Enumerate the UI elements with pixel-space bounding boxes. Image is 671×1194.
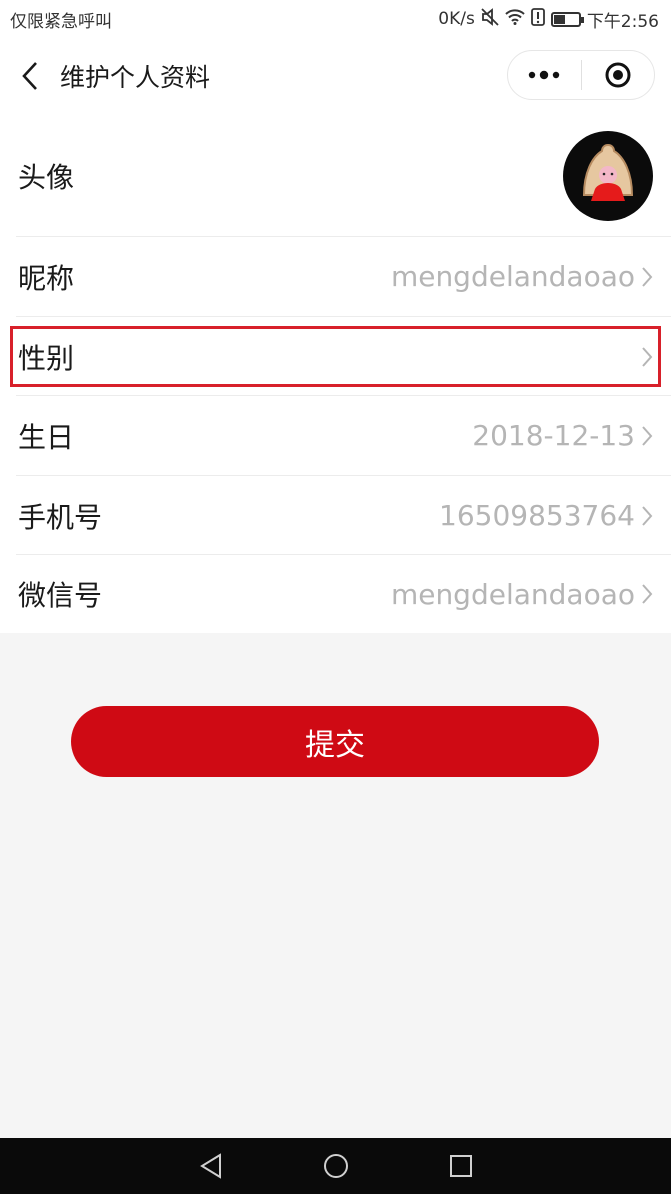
wechat-label: 微信号: [18, 579, 103, 612]
phone-label: 手机号: [18, 500, 103, 534]
chevron-right-icon: [642, 346, 653, 367]
more-button[interactable]: [508, 51, 581, 99]
back-triangle-icon[interactable]: [199, 1153, 223, 1179]
profile-list: 头像 昵称 mengdelandaoao 性别 生日 2018-12-13 手机…: [0, 114, 671, 633]
home-circle-icon[interactable]: [323, 1153, 349, 1179]
battery-icon: [550, 11, 584, 27]
nickname-row[interactable]: 昵称 mengdelandaoao: [0, 237, 671, 316]
chevron-right-icon: [642, 425, 653, 446]
net-speed: 0K/s: [438, 9, 475, 29]
wechat-value: mengdelandaoao: [390, 577, 635, 611]
status-icons: 0K/s 下午2:56: [438, 7, 659, 32]
nickname-right: mengdelandaoao: [391, 260, 653, 293]
avatar[interactable]: [563, 130, 653, 221]
wifi-icon: [505, 8, 525, 30]
wechat-right: mengdelandaoao: [391, 578, 653, 611]
phone-row[interactable]: 手机号 16509853764: [0, 476, 671, 555]
back-button[interactable]: [0, 38, 60, 114]
close-button[interactable]: [582, 51, 655, 99]
birthday-right: 2018-12-13: [472, 419, 653, 452]
submit-button[interactable]: 提交: [71, 706, 599, 777]
phone-right: 16509853764: [439, 499, 653, 532]
birthday-label: 生日: [18, 420, 75, 454]
more-dots-icon: [529, 70, 560, 80]
avatar-row[interactable]: 头像: [0, 114, 671, 237]
chevron-right-icon: [642, 505, 653, 526]
wechat-row[interactable]: 微信号 mengdelandaoao: [0, 555, 671, 633]
page-title: 维护个人资料: [60, 63, 211, 92]
avatar-label: 头像: [18, 160, 75, 194]
recents-square-icon[interactable]: [449, 1154, 473, 1178]
chevron-right-icon: [642, 584, 653, 604]
status-bar: 仅限紧急呼叫 0K/s 下午2:56: [0, 0, 671, 38]
carrier-text: 仅限紧急呼叫: [10, 11, 112, 32]
chevron-left-icon: [22, 62, 37, 90]
avatar-image: [582, 143, 634, 201]
gender-row[interactable]: 性别: [0, 317, 671, 396]
nickname-label: 昵称: [18, 261, 75, 295]
clock: 下午2:56: [586, 11, 659, 32]
gender-right: [635, 346, 653, 368]
birthday-row[interactable]: 生日 2018-12-13: [0, 396, 671, 475]
alert-sim-icon: [530, 7, 545, 31]
system-nav-bar: [0, 1138, 671, 1194]
nav-bar: 维护个人资料: [0, 38, 671, 114]
nickname-value: mengdelandaoao: [390, 260, 635, 293]
mini-program-capsule: [507, 50, 655, 100]
birthday-value: 2018-12-13: [472, 419, 635, 452]
gender-label: 性别: [18, 341, 75, 375]
mute-icon: [481, 7, 499, 31]
chevron-right-icon: [642, 266, 653, 287]
target-icon: [605, 62, 631, 88]
phone-value: 16509853764: [439, 499, 635, 532]
